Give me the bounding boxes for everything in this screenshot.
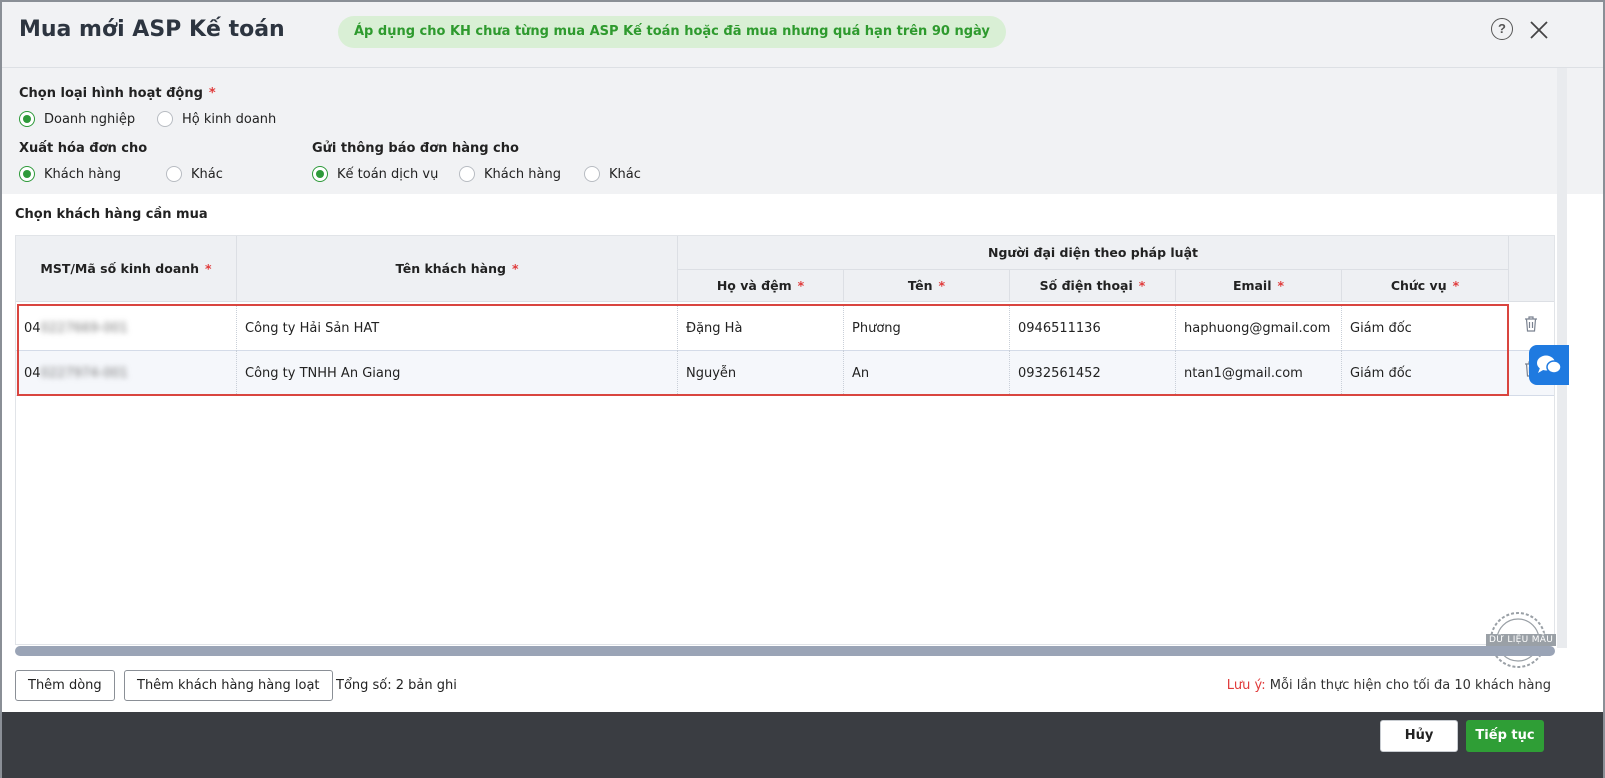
cell-position[interactable]: Giám đốc (1342, 351, 1509, 396)
radio-notify-khac[interactable]: Khác (584, 166, 641, 182)
add-row-button[interactable]: Thêm dòng (15, 670, 115, 701)
column-header-first-name: Tên * (844, 270, 1010, 302)
cell-first-name[interactable]: An (844, 351, 1010, 396)
total-records: Tổng số: 2 bản ghi (336, 678, 457, 693)
limit-note: Lưu ý: Mỗi lần thực hiện cho tối đa 10 k… (1226, 678, 1551, 693)
radio-indicator (166, 166, 182, 182)
column-header-phone: Số điện thoại * (1010, 270, 1176, 302)
cell-position[interactable]: Giám đốc (1342, 306, 1509, 351)
cell-tax-code[interactable]: 040227669-001 (16, 306, 237, 351)
radio-label: Kế toán dịch vụ (337, 166, 439, 182)
close-icon[interactable] (1528, 19, 1550, 41)
radio-indicator (459, 166, 475, 182)
cell-email[interactable]: ntan1@gmail.com (1176, 351, 1342, 396)
dialog-header: Mua mới ASP Kế toán Áp dụng cho KH chưa … (2, 2, 1603, 68)
cell-last-middle-name[interactable]: Nguyễn (678, 351, 844, 396)
radio-indicator (584, 166, 600, 182)
radio-selected-indicator (312, 166, 328, 182)
radio-notify-ke-toan[interactable]: Kế toán dịch vụ (312, 166, 438, 182)
radio-ho-kinh-doanh[interactable]: Hộ kinh doanh (157, 111, 276, 127)
notify-to-label: Gửi thông báo đơn hàng cho (312, 141, 519, 156)
radio-label: Khác (191, 166, 223, 182)
cell-customer-name[interactable]: Công ty TNHH An Giang (237, 351, 678, 396)
options-panel: Chọn loại hình hoạt động * Doanh nghiệp H… (2, 68, 1603, 194)
horizontal-scrollbar[interactable] (15, 646, 1555, 656)
radio-label: Doanh nghiệp (44, 111, 136, 127)
dialog-footer (2, 712, 1603, 778)
chat-icon (1537, 355, 1562, 374)
radio-label: Khách hàng (484, 166, 561, 182)
cancel-button[interactable]: Hủy (1380, 720, 1458, 752)
radio-invoice-khac[interactable]: Khác (166, 166, 223, 182)
radio-selected-indicator (19, 166, 35, 182)
cell-tax-code[interactable]: 040227974-001 (16, 351, 237, 396)
radio-label: Khác (609, 166, 641, 182)
cell-email[interactable]: haphuong@gmail.com (1176, 306, 1342, 351)
radio-label: Khách hàng (44, 166, 121, 182)
continue-button[interactable]: Tiếp tục (1466, 720, 1544, 752)
cell-customer-name[interactable]: Công ty Hải Sản HAT (237, 306, 678, 351)
radio-notify-khach-hang[interactable]: Khách hàng (459, 166, 561, 182)
customer-table: MST/Mã số kinh doanh * Tên khách hàng * Ng… (15, 235, 1555, 645)
column-header-position: Chức vụ * (1342, 270, 1509, 302)
cell-phone[interactable]: 0946511136 (1010, 306, 1176, 351)
help-icon[interactable]: ? (1491, 18, 1513, 40)
purchase-dialog: Mua mới ASP Kế toán Áp dụng cho KH chưa … (0, 0, 1605, 778)
column-header-email: Email * (1176, 270, 1342, 302)
add-bulk-customers-button[interactable]: Thêm khách hàng hàng loạt (124, 670, 333, 701)
eligibility-notice: Áp dụng cho KH chưa từng mua ASP Kế toán… (338, 16, 1006, 48)
section-title: Chọn khách hàng cần mua (15, 207, 208, 222)
radio-invoice-khach-hang[interactable]: Khách hàng (19, 166, 121, 182)
invoice-for-label: Xuất hóa đơn cho (19, 141, 148, 156)
column-header-last-middle-name: Họ và đệm * (678, 270, 844, 302)
table-row: 040227669-001 Công ty Hải Sản HAT Đặng H… (16, 306, 1554, 351)
cell-phone[interactable]: 0932561452 (1010, 351, 1176, 396)
radio-doanh-nghiep[interactable]: Doanh nghiệp (19, 111, 135, 127)
column-group-legal-representative: Người đại diện theo pháp luật (678, 236, 1509, 270)
sample-data-stamp: DỮ LIỆU MẪU (1486, 634, 1557, 646)
dialog-title: Mua mới ASP Kế toán (19, 17, 285, 42)
column-header-actions (1509, 236, 1554, 302)
chat-button[interactable] (1529, 345, 1569, 385)
table-row: 040227974-001 Công ty TNHH An Giang Nguy… (16, 351, 1554, 396)
cell-last-middle-name[interactable]: Đặng Hà (678, 306, 844, 351)
column-header-tax-code: MST/Mã số kinh doanh * (16, 236, 237, 302)
business-type-label: Chọn loại hình hoạt động * (19, 86, 216, 101)
column-header-customer-name: Tên khách hàng * (237, 236, 678, 302)
radio-label: Hộ kinh doanh (182, 111, 277, 127)
radio-indicator (157, 111, 173, 127)
delete-row-icon[interactable] (1523, 315, 1539, 333)
radio-selected-indicator (19, 111, 35, 127)
cell-first-name[interactable]: Phương (844, 306, 1010, 351)
